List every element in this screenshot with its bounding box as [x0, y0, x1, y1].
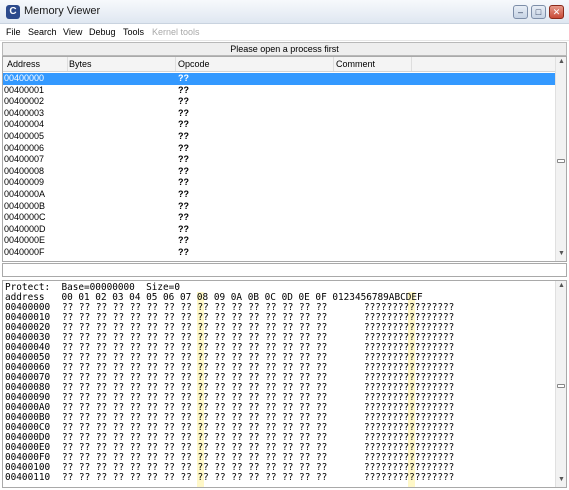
- hex-row-ascii[interactable]: ????????????????: [364, 473, 454, 483]
- column-divider[interactable]: [175, 57, 176, 71]
- disassembler-header: Address Bytes Opcode Comment: [3, 57, 556, 72]
- row-address: 00400005: [4, 130, 45, 141]
- disassembler-row[interactable]: 0040000D??: [3, 224, 556, 236]
- disassembler-row[interactable]: 00400003??: [3, 108, 556, 120]
- row-opcode: ??: [178, 177, 189, 188]
- disassembler-row[interactable]: 00400008??: [3, 166, 556, 178]
- row-address: 0040000B: [4, 200, 46, 211]
- row-address: 0040000E: [4, 235, 46, 246]
- hex-row-address: 00400110: [5, 472, 51, 483]
- minimize-icon: –: [517, 7, 523, 17]
- column-divider[interactable]: [411, 57, 412, 71]
- disassembler-row[interactable]: 0040000B??: [3, 201, 556, 213]
- row-opcode: ??: [178, 165, 189, 176]
- row-opcode: ??: [178, 107, 189, 118]
- menu-file[interactable]: File: [6, 27, 21, 37]
- disassembler-row[interactable]: 00400000??: [3, 73, 556, 85]
- row-opcode: ??: [178, 246, 189, 257]
- row-address: 0040000C: [4, 212, 46, 223]
- disassembler-row[interactable]: 0040000A??: [3, 189, 556, 201]
- row-address: 00400006: [4, 142, 45, 153]
- row-opcode: ??: [178, 223, 189, 234]
- minimize-button[interactable]: –: [513, 5, 528, 19]
- row-opcode: ??: [178, 235, 189, 246]
- row-address: 0040000F: [4, 246, 45, 257]
- menu-view[interactable]: View: [63, 27, 82, 37]
- row-address: 00400004: [4, 119, 45, 130]
- menu-bar: File Search View Debug Tools Kernel tool…: [0, 24, 569, 41]
- hex-scrollbar[interactable]: ▲ ▼: [555, 281, 566, 487]
- maximize-button[interactable]: □: [531, 5, 546, 19]
- row-address: 00400007: [4, 154, 45, 165]
- scroll-down-icon[interactable]: ▼: [558, 476, 565, 483]
- disassembler-row[interactable]: 0040000E??: [3, 235, 556, 247]
- disassembler-view[interactable]: Address Bytes Opcode Comment 00400000?? …: [2, 56, 567, 262]
- menu-search[interactable]: Search: [28, 27, 57, 37]
- close-button[interactable]: ✕: [549, 5, 564, 19]
- column-bytes[interactable]: Bytes: [69, 59, 92, 69]
- disassembler-row[interactable]: 00400002??: [3, 96, 556, 108]
- scroll-down-icon[interactable]: ▼: [558, 250, 565, 257]
- disassembler-row[interactable]: 00400007??: [3, 154, 556, 166]
- disassembler-row[interactable]: 00400005??: [3, 131, 556, 143]
- menu-debug[interactable]: Debug: [89, 27, 116, 37]
- scroll-up-icon[interactable]: ▲: [558, 58, 565, 65]
- row-address: 00400001: [4, 84, 45, 95]
- row-opcode: ??: [178, 212, 189, 223]
- process-banner: Please open a process first: [2, 42, 567, 56]
- maximize-icon: □: [535, 7, 542, 17]
- disassembler-row[interactable]: 00400004??: [3, 119, 556, 131]
- hex-view[interactable]: Protect: Base=00000000 Size=0 address 00…: [2, 280, 567, 488]
- close-icon: ✕: [552, 7, 561, 17]
- menu-tools[interactable]: Tools: [123, 27, 144, 37]
- window-title: Memory Viewer: [24, 5, 101, 17]
- disassembler-scrollbar[interactable]: ▲ ▼: [555, 57, 566, 261]
- row-opcode: ??: [178, 84, 189, 95]
- row-opcode: ??: [178, 119, 189, 130]
- row-address: 0040000A: [4, 188, 46, 199]
- cheat-engine-icon: C: [6, 5, 20, 19]
- row-address: 00400000: [4, 73, 45, 83]
- disassembler-rows: 00400000?? 00400001?? 00400002?? 0040000…: [3, 73, 556, 259]
- row-opcode: ??: [178, 154, 189, 165]
- scroll-thumb[interactable]: [557, 159, 565, 163]
- row-opcode: ??: [178, 200, 189, 211]
- row-address: 00400002: [4, 96, 45, 107]
- disassembler-row[interactable]: 0040000C??: [3, 212, 556, 224]
- column-divider[interactable]: [67, 57, 68, 71]
- row-opcode: ??: [178, 73, 189, 83]
- disassembler-row[interactable]: 00400006??: [3, 143, 556, 155]
- row-address: 00400008: [4, 165, 45, 176]
- row-opcode: ??: [178, 142, 189, 153]
- row-opcode: ??: [178, 96, 189, 107]
- row-opcode: ??: [178, 130, 189, 141]
- disassembler-row[interactable]: 00400009??: [3, 177, 556, 189]
- column-divider[interactable]: [333, 57, 334, 71]
- row-address: 00400009: [4, 177, 45, 188]
- scroll-thumb[interactable]: [557, 384, 565, 388]
- column-opcode[interactable]: Opcode: [178, 59, 210, 69]
- column-address[interactable]: Address: [7, 59, 40, 69]
- title-bar: C Memory Viewer – □ ✕: [0, 0, 569, 24]
- address-input[interactable]: [2, 263, 567, 277]
- menu-kernel-tools: Kernel tools: [152, 27, 200, 37]
- row-address: 0040000D: [4, 223, 46, 234]
- hex-row-bytes[interactable]: ?? ?? ?? ?? ?? ?? ?? ?? ?? ?? ?? ?? ?? ?…: [62, 473, 327, 483]
- column-comment[interactable]: Comment: [336, 59, 375, 69]
- row-opcode: ??: [178, 188, 189, 199]
- scroll-up-icon[interactable]: ▲: [558, 282, 565, 289]
- disassembler-row[interactable]: 0040000F??: [3, 247, 556, 259]
- disassembler-row[interactable]: 00400001??: [3, 85, 556, 97]
- row-address: 00400003: [4, 107, 45, 118]
